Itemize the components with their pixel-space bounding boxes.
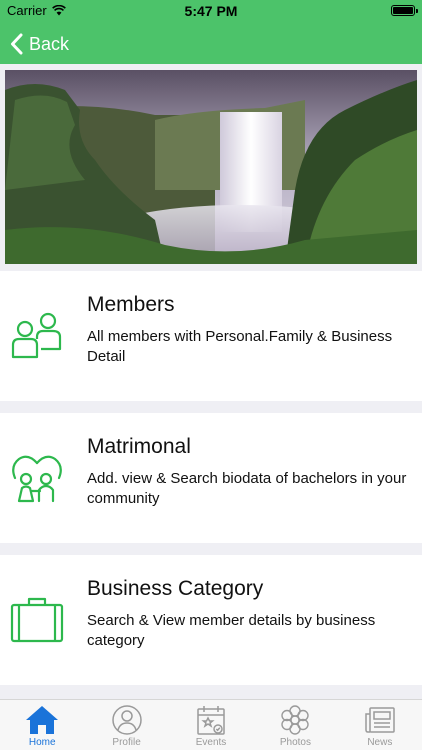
profile-icon — [111, 705, 142, 735]
members-card[interactable]: Members All members with Personal.Family… — [0, 271, 422, 401]
news-icon — [365, 707, 395, 733]
chevron-left-icon — [11, 33, 23, 55]
tab-news[interactable]: News — [338, 700, 422, 750]
tab-photos-label: Photos — [279, 737, 311, 748]
tab-home[interactable]: Home — [0, 700, 84, 750]
events-calendar-icon — [197, 706, 225, 735]
tab-profile[interactable]: Profile — [84, 700, 168, 750]
business-category-title: Business Category — [87, 577, 264, 600]
tab-profile-label: Profile — [112, 737, 141, 748]
tab-news-label: News — [367, 737, 393, 748]
photos-flower-icon — [281, 705, 310, 735]
back-label: Back — [29, 33, 70, 54]
home-icon — [26, 706, 59, 734]
business-category-description: Search & View member details by business… — [87, 612, 376, 649]
navigation-bar: Carrier 5:47 PM Back — [0, 0, 422, 64]
tab-events-label: Events — [195, 737, 227, 748]
members-title: Members — [87, 293, 175, 316]
status-bar: Carrier 5:47 PM — [0, 0, 422, 22]
matrimonial-card[interactable]: Matrimonal Add. view & Search biodata of… — [0, 413, 422, 543]
members-description: All members with Personal.Family & Busin… — [87, 328, 393, 365]
members-icon — [11, 312, 62, 359]
business-category-card[interactable]: Business Category Search & View member d… — [0, 555, 422, 685]
back-button[interactable]: Back — [10, 30, 69, 58]
matrimonial-title: Matrimonal — [87, 435, 191, 458]
hero-waterfall-image — [5, 70, 417, 264]
tab-bar: Home Profile Events Photos News — [0, 699, 422, 750]
tab-home-label: Home — [28, 737, 56, 748]
status-time: 5:47 PM — [184, 3, 238, 19]
briefcase-icon — [10, 597, 64, 643]
matrimonial-description: Add. view & Search biodata of bachelors … — [87, 470, 407, 507]
battery-icon — [391, 5, 418, 16]
matrimonial-heart-icon — [12, 455, 62, 503]
tab-events[interactable]: Events — [169, 700, 253, 750]
tab-photos[interactable]: Photos — [253, 700, 337, 750]
